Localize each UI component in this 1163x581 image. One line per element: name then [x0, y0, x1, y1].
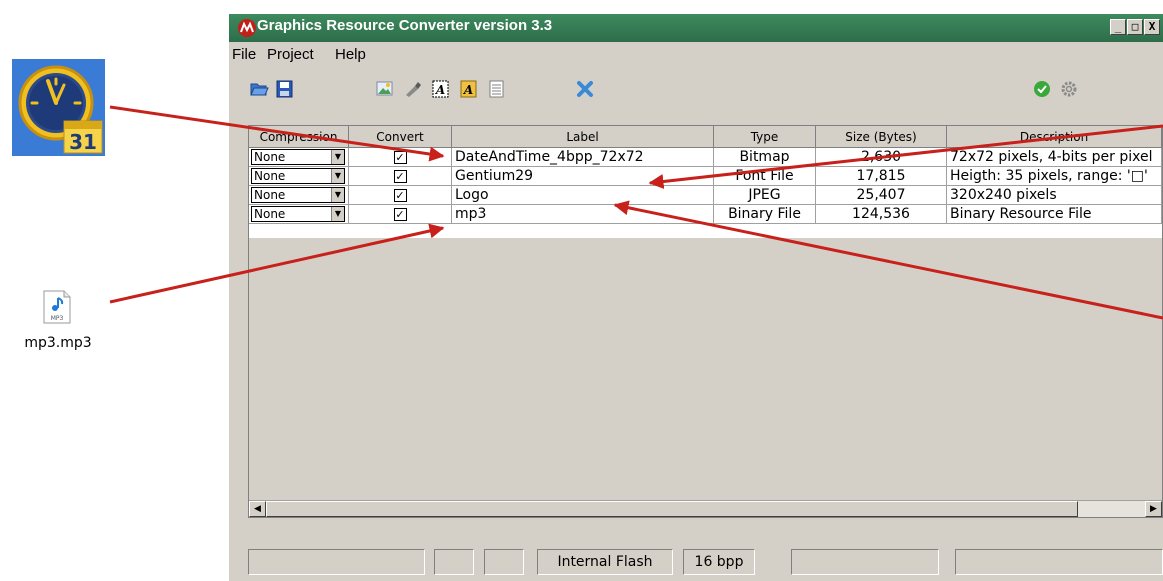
col-header-description[interactable]: Description — [947, 126, 1162, 148]
resource-grid: Compression Convert Label Type Size (Byt… — [248, 125, 1163, 518]
col-header-compression[interactable]: Compression — [249, 126, 349, 148]
window-title: Graphics Resource Converter version 3.3 — [257, 17, 553, 34]
size-cell: 124,536 — [816, 205, 947, 224]
status-panel — [248, 549, 425, 575]
status-memory: Internal Flash — [537, 549, 673, 575]
size-cell: 25,407 — [816, 186, 947, 205]
convert-checkbox[interactable]: ✓ — [393, 208, 407, 221]
open-folder-icon[interactable] — [249, 80, 269, 98]
menu-bar: File Project Help — [229, 42, 1163, 66]
convert-checkbox[interactable]: ✓ — [393, 189, 407, 202]
status-panel — [484, 549, 524, 575]
convert-checkbox[interactable]: ✓ — [393, 151, 407, 164]
col-header-size[interactable]: Size (Bytes) — [816, 126, 947, 148]
edit-tool-icon[interactable] — [403, 80, 423, 98]
mp3-file-label[interactable]: mp3.mp3 — [8, 335, 108, 351]
add-font-table-icon[interactable]: A — [459, 80, 479, 98]
status-color-depth: 16 bpp — [683, 549, 755, 575]
save-icon[interactable] — [275, 80, 295, 98]
svg-text:A: A — [463, 83, 473, 97]
toolbar: A A — [229, 66, 1163, 122]
description-cell: Binary Resource File — [947, 205, 1162, 224]
dropdown-arrow-icon[interactable]: ▼ — [331, 188, 344, 202]
check-icon[interactable] — [1032, 80, 1052, 98]
compression-select: None ▼ — [251, 206, 345, 222]
add-font-icon[interactable]: A — [431, 80, 451, 98]
compression-cell[interactable]: None ▼ — [249, 186, 349, 205]
type-cell: JPEG — [714, 186, 816, 205]
date-and-time-icon[interactable]: 31 — [12, 59, 105, 156]
compression-cell[interactable]: None ▼ — [249, 205, 349, 224]
type-cell: Font File — [714, 167, 816, 186]
calendar-day: 31 — [69, 130, 97, 154]
microchip-logo-icon — [237, 18, 257, 38]
label-cell[interactable]: DateAndTime_4bpp_72x72 — [452, 148, 714, 167]
compression-cell[interactable]: None ▼ — [249, 148, 349, 167]
add-bitmap-icon[interactable] — [375, 80, 395, 98]
col-header-label[interactable]: Label — [452, 126, 714, 148]
menu-help[interactable]: Help — [335, 46, 366, 63]
convert-cell[interactable]: ✓ — [349, 186, 452, 205]
compression-cell[interactable]: None ▼ — [249, 167, 349, 186]
col-header-type[interactable]: Type — [714, 126, 816, 148]
type-cell: Binary File — [714, 205, 816, 224]
scroll-right-icon[interactable]: ▶ — [1145, 501, 1162, 517]
mp3-file-icon[interactable]: MP3 — [42, 290, 72, 324]
add-binary-icon[interactable] — [487, 80, 507, 98]
convert-cell[interactable]: ✓ — [349, 148, 452, 167]
compression-select: None ▼ — [251, 168, 345, 184]
label-cell[interactable]: Logo — [452, 186, 714, 205]
type-cell: Bitmap — [714, 148, 816, 167]
dropdown-arrow-icon[interactable]: ▼ — [331, 207, 344, 221]
description-cell: 320x240 pixels — [947, 186, 1162, 205]
status-panel — [791, 549, 939, 575]
remove-icon[interactable] — [575, 80, 595, 98]
dropdown-arrow-icon[interactable]: ▼ — [331, 169, 344, 183]
label-cell[interactable]: mp3 — [452, 205, 714, 224]
settings-gear-icon[interactable] — [1059, 80, 1079, 98]
description-cell: Heigth: 35 pixels, range: '□' — [947, 167, 1162, 186]
dropdown-arrow-icon[interactable]: ▼ — [331, 150, 344, 164]
svg-text:A: A — [435, 83, 445, 97]
menu-file[interactable]: File — [232, 46, 256, 63]
table-row[interactable]: None ▼ ✓ mp3 Binary File 124,536 Binary R… — [249, 205, 1162, 224]
table-row[interactable]: None ▼ ✓ DateAndTime_4bpp_72x72 Bitmap 2,… — [249, 148, 1162, 167]
app-window: Graphics Resource Converter version 3.3 … — [229, 14, 1163, 581]
description-cell: 72x72 pixels, 4-bits per pixel — [947, 148, 1162, 167]
mp3-badge: MP3 — [51, 315, 64, 322]
close-button[interactable]: X — [1144, 19, 1160, 35]
convert-cell[interactable]: ✓ — [349, 205, 452, 224]
status-panel — [434, 549, 474, 575]
menu-project[interactable]: Project — [267, 46, 314, 63]
scroll-left-icon[interactable]: ◀ — [249, 501, 266, 517]
title-bar[interactable]: Graphics Resource Converter version 3.3 … — [229, 14, 1163, 42]
label-cell[interactable]: Gentium29 — [452, 167, 714, 186]
scrollbar-thumb[interactable] — [266, 501, 1078, 517]
table-row[interactable]: None ▼ ✓ Gentium29 Font File 17,815 Heigt… — [249, 167, 1162, 186]
convert-cell[interactable]: ✓ — [349, 167, 452, 186]
minimize-button[interactable]: _ — [1110, 19, 1126, 35]
table-row[interactable]: None ▼ ✓ Logo JPEG 25,407 320x240 pixels — [249, 186, 1162, 205]
size-cell: 17,815 — [816, 167, 947, 186]
size-cell: 2,630 — [816, 148, 947, 167]
compression-select: None ▼ — [251, 187, 345, 203]
horizontal-scrollbar[interactable]: ◀ ▶ — [249, 500, 1162, 517]
status-panel — [955, 549, 1163, 575]
compression-select: None ▼ — [251, 149, 345, 165]
maximize-button[interactable]: □ — [1127, 19, 1143, 35]
convert-checkbox[interactable]: ✓ — [393, 170, 407, 183]
col-header-convert[interactable]: Convert — [349, 126, 452, 148]
